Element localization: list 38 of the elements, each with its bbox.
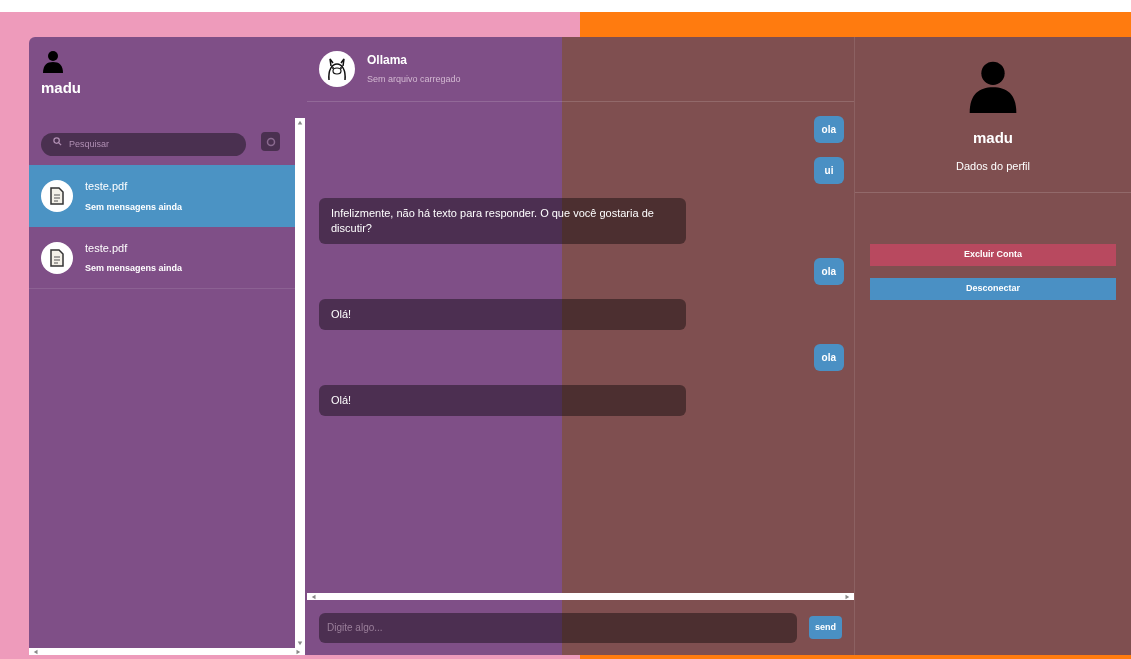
conversation-title: teste.pdf xyxy=(85,179,129,194)
chat-title: Ollama xyxy=(367,52,409,70)
profile-name: madu xyxy=(973,128,1013,148)
user-message: ui xyxy=(814,157,844,184)
bot-message: Olá! xyxy=(319,299,686,330)
profile-subtitle: Dados do perfil xyxy=(956,158,1030,174)
scroll-up-icon[interactable] xyxy=(297,120,303,126)
gear-icon xyxy=(265,136,276,147)
horizontal-scrollbar[interactable] xyxy=(29,648,305,655)
send-button[interactable]: send xyxy=(809,615,842,640)
settings-button[interactable] xyxy=(261,132,280,151)
scroll-right-icon[interactable] xyxy=(844,593,850,600)
conversation-title: teste.pdf xyxy=(85,240,129,256)
search-field[interactable]: Pesquisar xyxy=(41,132,246,156)
file-icon xyxy=(41,180,73,212)
bot-message: Olá! xyxy=(319,385,686,416)
user-message: ola xyxy=(813,258,844,285)
bot-message: Infelizmente, não há texto para responder. O que você gostaria de discutir? xyxy=(319,198,686,244)
disconnect-button[interactable]: Desconectar xyxy=(870,278,1116,300)
scroll-left-icon[interactable] xyxy=(33,648,39,655)
conversation-preview: Sem mensagens ainda xyxy=(85,262,183,275)
user-icon xyxy=(41,49,65,73)
scroll-right-icon[interactable] xyxy=(295,648,301,655)
vertical-scrollbar[interactable] xyxy=(295,118,305,648)
scroll-down-icon[interactable] xyxy=(297,640,303,646)
delete-account-button[interactable]: Excluir Conta xyxy=(870,244,1116,266)
chat-subtitle: Sem arquivo carregado xyxy=(367,73,461,87)
conversation-item[interactable]: teste.pdf Sem mensagens ainda xyxy=(29,227,295,289)
search-icon xyxy=(53,137,62,146)
user-message: ola xyxy=(813,116,844,143)
llama-avatar xyxy=(319,51,355,87)
file-icon xyxy=(41,241,73,274)
conversation-item[interactable]: teste.pdf Sem mensagens ainda xyxy=(29,165,295,227)
user-name: madu xyxy=(41,78,82,98)
conversation-preview: Sem mensagens ainda xyxy=(85,200,183,214)
user-message: ola xyxy=(813,344,844,371)
horizontal-scrollbar[interactable] xyxy=(307,593,854,600)
scroll-left-icon[interactable] xyxy=(311,593,317,600)
